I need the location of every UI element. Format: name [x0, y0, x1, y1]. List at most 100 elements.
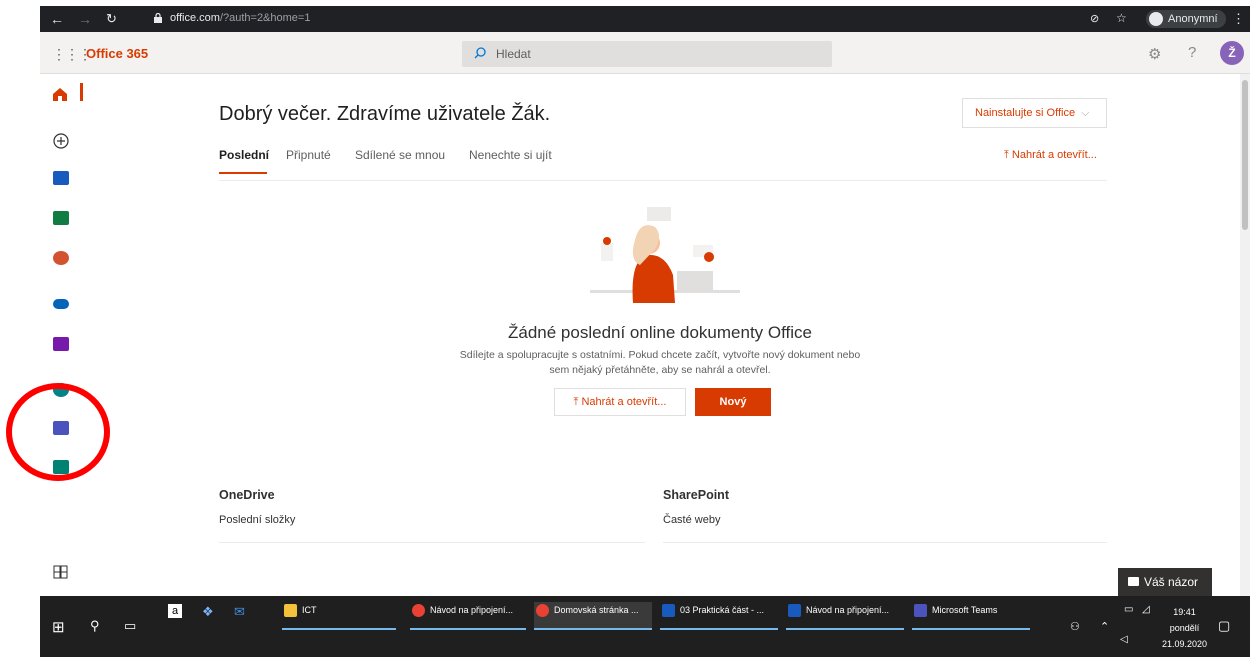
create-icon[interactable]	[53, 133, 69, 149]
upload-icon: ⤒	[1004, 149, 1012, 161]
task-indicator	[660, 628, 778, 630]
install-office-label: Nainstalujte si Office	[975, 107, 1076, 119]
word-icon	[662, 604, 675, 617]
battery-icon[interactable]: ▭	[1124, 604, 1133, 615]
volume-icon[interactable]: ◁	[1120, 634, 1128, 645]
chevron-up-icon[interactable]: ⌃	[1100, 620, 1109, 633]
bookmark-star-icon[interactable]: ☆	[1116, 11, 1127, 25]
home-icon[interactable]	[52, 87, 68, 101]
task-chrome-2[interactable]: Domovská stránka ...	[534, 602, 652, 630]
tab-recent[interactable]: Poslední	[219, 148, 269, 162]
clock-day: pondělí	[1169, 623, 1200, 633]
empty-state-description: Sdílejte a spolupracujte s ostatními. Po…	[459, 349, 861, 376]
dropbox-icon[interactable]: ❖	[202, 604, 214, 620]
avatar[interactable]: Ž	[1220, 41, 1244, 65]
incognito-icon	[1149, 12, 1163, 26]
task-label: Domovská stránka ...	[554, 605, 639, 615]
new-document-button[interactable]: Nový	[695, 388, 771, 416]
upload-open-button[interactable]: ⤒ Nahrát a otevřít...	[554, 388, 686, 416]
tabs-divider	[219, 180, 1107, 181]
page-title: Dobrý večer. Zdravíme uživatele Žák.	[219, 103, 551, 125]
help-icon[interactable]: ?	[1188, 44, 1196, 61]
search-icon[interactable]: ⚲	[90, 618, 100, 634]
brand-title[interactable]: Office 365	[86, 46, 148, 61]
back-icon[interactable]: ←	[50, 11, 64, 27]
onenote-icon[interactable]	[53, 337, 69, 351]
powerpoint-icon[interactable]	[53, 251, 69, 265]
forward-icon[interactable]: →	[78, 11, 92, 27]
teams-icon	[914, 604, 927, 617]
app-sidebar	[40, 75, 84, 595]
profile-label: Anonymní	[1168, 13, 1218, 25]
feedback-label: Váš názor	[1144, 575, 1199, 589]
onedrive-section-title[interactable]: OneDrive	[219, 488, 275, 502]
search-icon	[474, 47, 486, 59]
chrome-icon	[412, 604, 425, 617]
upload-button-label: Nahrát a otevřít...	[581, 396, 667, 408]
address-bar[interactable]: office.com/?auth=2&home=1	[170, 12, 310, 24]
task-teams[interactable]: Microsoft Teams	[912, 602, 1030, 630]
task-label: ICT	[302, 605, 317, 615]
folder-icon	[284, 604, 297, 617]
install-office-button[interactable]: Nainstalujte si Office ⌵	[962, 98, 1107, 128]
mail-icon[interactable]: ✉	[234, 604, 245, 620]
task-label: Návod na připojení...	[806, 605, 890, 615]
system-clock[interactable]: 19:41 pondělí 21.09.2020	[1162, 604, 1207, 652]
task-label: Návod na připojení...	[430, 605, 514, 615]
clock-time: 19:41	[1173, 607, 1196, 617]
task-indicator	[912, 628, 1030, 630]
word-icon	[788, 604, 801, 617]
sharepoint-divider	[663, 542, 1107, 543]
chrome-icon	[536, 604, 549, 617]
search-placeholder: Hledat	[496, 47, 531, 61]
search-input[interactable]: Hledat	[462, 41, 832, 67]
feedback-button[interactable]: Váš názor	[1118, 568, 1212, 596]
people-icon[interactable]: ⚇	[1070, 620, 1080, 633]
amazon-icon[interactable]: a	[168, 604, 182, 618]
url-domain: office.com	[170, 12, 220, 24]
all-apps-icon[interactable]	[53, 563, 69, 579]
wifi-icon[interactable]: ◿	[1142, 604, 1150, 615]
upload-open-label: Nahrát a otevřít...	[1011, 149, 1097, 161]
scrollbar[interactable]	[1240, 74, 1250, 596]
task-indicator	[786, 628, 904, 630]
task-indicator	[534, 628, 652, 630]
clock-date: 21.09.2020	[1162, 639, 1208, 649]
tab-pinned[interactable]: Připnuté	[286, 148, 331, 162]
profile-chip[interactable]: Anonymní	[1146, 10, 1226, 28]
empty-state-title: Žádné poslední online dokumenty Office	[508, 323, 812, 342]
notifications-icon[interactable]: ▢	[1218, 618, 1230, 634]
onedrive-section-subtitle: Poslední složky	[219, 514, 296, 526]
tracking-icon[interactable]: ⊘	[1090, 12, 1099, 25]
gear-icon[interactable]: ⚙	[1148, 45, 1161, 63]
task-label: 03 Praktická část - ...	[680, 605, 765, 615]
lock-icon	[154, 13, 162, 23]
scroll-thumb[interactable]	[1242, 80, 1248, 230]
task-word-2[interactable]: Návod na připojení...	[786, 602, 904, 630]
empty-state-illustration	[590, 207, 740, 303]
task-label: Microsoft Teams	[932, 605, 998, 615]
browser-toolbar: ← → ↻ office.com/?auth=2&home=1 ⊘ ☆ Anon…	[40, 6, 1250, 32]
tab-discover[interactable]: Nenechte si ujít	[469, 148, 552, 162]
office-header: ⋮⋮⋮ Office 365 Hledat ⚙ ? Ž	[40, 32, 1250, 74]
task-chrome-1[interactable]: Návod na připojení...	[410, 602, 526, 630]
browser-menu-icon[interactable]: ⋮	[1232, 11, 1245, 27]
comment-icon	[1128, 577, 1139, 586]
reload-icon[interactable]: ↻	[106, 11, 117, 27]
task-indicator	[282, 628, 396, 630]
windows-start-icon[interactable]: ⊞	[52, 618, 65, 636]
sharepoint-section-title[interactable]: SharePoint	[663, 488, 729, 502]
upload-open-link[interactable]: ⤒ Nahrát a otevřít...	[1004, 149, 1097, 162]
task-view-icon[interactable]: ▭	[124, 618, 136, 634]
onedrive-icon[interactable]	[53, 299, 69, 309]
chevron-down-icon: ⌵	[1081, 107, 1090, 119]
excel-icon[interactable]	[53, 211, 69, 225]
tab-underline	[219, 172, 267, 174]
tab-shared[interactable]: Sdílené se mnou	[355, 148, 445, 162]
task-word-1[interactable]: 03 Praktická část - ...	[660, 602, 778, 630]
sharepoint-section-subtitle: Časté weby	[663, 514, 721, 526]
onedrive-divider	[219, 542, 645, 543]
word-icon[interactable]	[53, 171, 69, 185]
task-indicator	[410, 628, 526, 630]
task-ict[interactable]: ICT	[282, 602, 396, 630]
